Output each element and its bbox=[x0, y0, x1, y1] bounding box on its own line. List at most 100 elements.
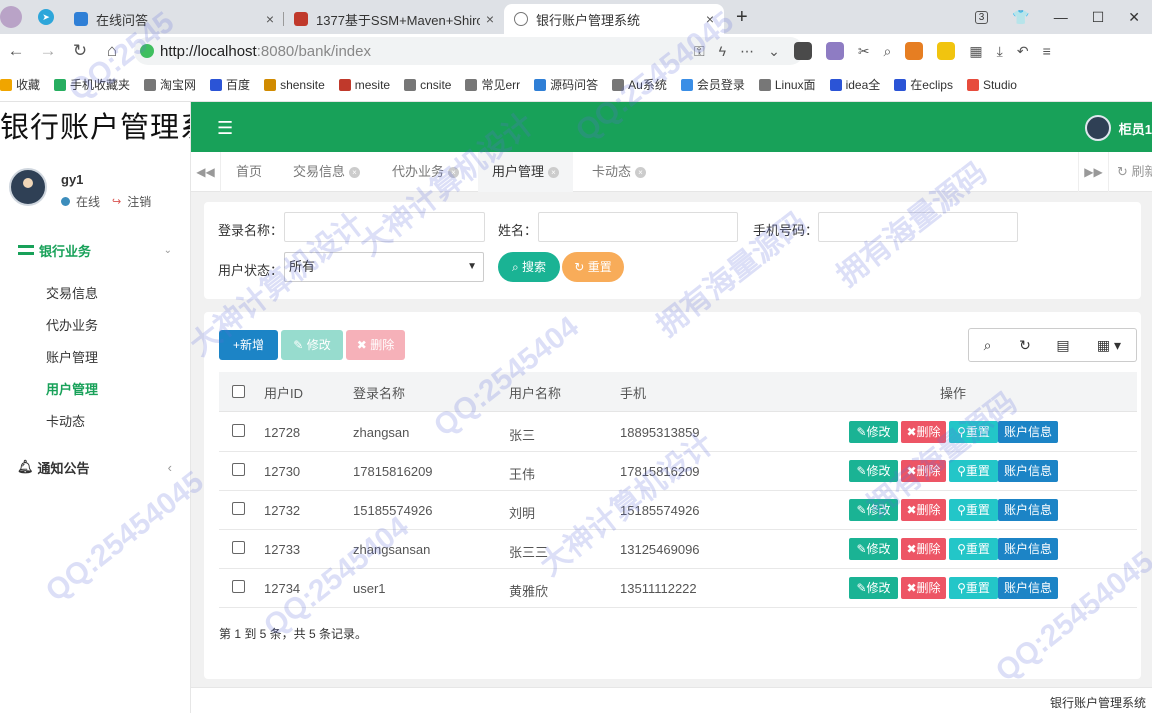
row-delete-button[interactable]: ✖删除 bbox=[901, 460, 946, 482]
download-icon[interactable]: ⤓ bbox=[997, 43, 1003, 60]
column-header[interactable]: 登录名称 bbox=[353, 383, 405, 402]
hamburger-icon[interactable]: ☰ bbox=[217, 118, 233, 139]
sidebar-item-users[interactable]: 用户管理 bbox=[0, 374, 190, 406]
bookmark-item[interactable]: idea全 bbox=[829, 76, 880, 93]
tab-transactions[interactable]: 交易信息 × bbox=[279, 152, 374, 192]
key-icon[interactable]: ⚿ bbox=[694, 43, 705, 60]
sidebar-item-agency[interactable]: 代办业务 bbox=[0, 310, 190, 342]
row-account-button[interactable]: 账户信息 bbox=[998, 538, 1058, 560]
bookmark-item[interactable]: cnsite bbox=[404, 78, 451, 92]
undo-icon[interactable]: ↶ bbox=[1017, 43, 1029, 60]
row-checkbox[interactable] bbox=[232, 463, 245, 476]
row-checkbox[interactable] bbox=[232, 580, 245, 593]
bookmark-item[interactable]: 会员登录 bbox=[680, 76, 745, 93]
home-icon[interactable]: ⌂ bbox=[96, 41, 128, 61]
tab-agency[interactable]: 代办业务 × bbox=[378, 152, 473, 192]
row-account-button[interactable]: 账户信息 bbox=[998, 421, 1058, 443]
tab-count-badge[interactable]: 3 bbox=[974, 10, 989, 24]
tab-close-icon[interactable]: × bbox=[548, 167, 560, 178]
tab-close-icon[interactable]: × bbox=[486, 11, 494, 27]
menu-group-header[interactable]: 银行业务 ⌄ bbox=[0, 239, 190, 261]
row-reset-button[interactable]: ⚲重置 bbox=[949, 577, 998, 599]
phone-input[interactable] bbox=[818, 212, 1018, 242]
scissors-icon[interactable]: ✂ bbox=[858, 43, 870, 60]
select-all-checkbox[interactable] bbox=[232, 385, 245, 398]
row-delete-button[interactable]: ✖删除 bbox=[901, 499, 946, 521]
row-delete-button[interactable]: ✖删除 bbox=[901, 577, 946, 599]
profile-avatar[interactable] bbox=[0, 6, 22, 28]
sidebar-item-card-activity[interactable]: 卡动态 bbox=[0, 406, 190, 438]
tab-close-icon[interactable]: × bbox=[266, 11, 274, 27]
minimize-button[interactable]: — bbox=[1054, 9, 1068, 25]
logout-link[interactable]: 注销 bbox=[127, 193, 151, 210]
browser-tab-3[interactable]: 银行账户管理系统 × bbox=[504, 4, 724, 34]
translate-icon[interactable] bbox=[825, 42, 844, 60]
game-icon[interactable] bbox=[905, 42, 924, 60]
row-edit-button[interactable]: ✎修改 bbox=[849, 499, 898, 521]
row-checkbox[interactable] bbox=[232, 502, 245, 515]
close-window-button[interactable]: ✕ bbox=[1128, 9, 1140, 26]
row-edit-button[interactable]: ✎修改 bbox=[849, 460, 898, 482]
chevron-down-icon[interactable]: ⌄ bbox=[768, 43, 780, 60]
column-header[interactable]: 用户名称 bbox=[509, 383, 561, 402]
column-header[interactable]: 手机 bbox=[620, 383, 646, 402]
current-user[interactable]: 柜员1 bbox=[1084, 115, 1152, 141]
search-button[interactable]: ⌕ 搜索 bbox=[498, 252, 560, 282]
edit-button[interactable]: ✎ 修改 bbox=[281, 330, 343, 360]
search-icon[interactable]: ⌕ bbox=[884, 43, 892, 60]
name-input[interactable] bbox=[538, 212, 738, 242]
bookmark-item[interactable]: 源码问答 bbox=[534, 76, 598, 93]
bookmark-item[interactable]: 百度 bbox=[210, 76, 250, 93]
sidebar-item-transactions[interactable]: 交易信息 bbox=[0, 278, 190, 310]
forward-icon[interactable]: → bbox=[32, 41, 64, 61]
menu-icon[interactable]: ≡ bbox=[1043, 43, 1051, 59]
row-edit-button[interactable]: ✎修改 bbox=[849, 421, 898, 443]
row-edit-button[interactable]: ✎修改 bbox=[849, 538, 898, 560]
row-edit-button[interactable]: ✎修改 bbox=[849, 577, 898, 599]
new-tab-button[interactable]: + bbox=[736, 6, 748, 29]
bookmark-item[interactable]: shensite bbox=[264, 78, 325, 92]
tab-card-activity[interactable]: 卡动态 × bbox=[578, 152, 660, 192]
reset-button[interactable]: ↻ 重置 bbox=[562, 252, 624, 282]
bookmark-item[interactable]: 在eclips bbox=[894, 76, 953, 93]
tab-close-icon[interactable]: × bbox=[448, 167, 460, 178]
bookmark-item[interactable]: 收藏 bbox=[0, 76, 40, 93]
table-refresh-icon[interactable]: ↻ bbox=[1006, 328, 1045, 362]
tab-close-icon[interactable]: × bbox=[635, 167, 647, 178]
tabs-scroll-right-icon[interactable]: ▶▶ bbox=[1078, 152, 1108, 192]
reload-icon[interactable]: ↻ bbox=[64, 41, 96, 61]
columns-menu-icon[interactable]: ▦ ▾ bbox=[1082, 328, 1137, 362]
bookmark-item[interactable]: Au系统 bbox=[612, 76, 667, 93]
add-button[interactable]: +新增 bbox=[219, 330, 278, 360]
browser-tab-1[interactable]: 在线问答 × bbox=[64, 4, 284, 34]
tab-home[interactable]: 首页 bbox=[222, 152, 276, 192]
tabs-scroll-left-icon[interactable]: ◀◀ bbox=[191, 152, 221, 192]
row-account-button[interactable]: 账户信息 bbox=[998, 577, 1058, 599]
login-name-input[interactable] bbox=[284, 212, 485, 242]
tabs-refresh-button[interactable]: ↻ 刷新 bbox=[1108, 152, 1152, 192]
security-shield-icon[interactable] bbox=[140, 44, 154, 58]
bookmark-item[interactable]: 常见err bbox=[465, 76, 520, 93]
bookmark-item[interactable]: mesite bbox=[338, 78, 390, 92]
apps-grid-icon[interactable]: ▦ bbox=[969, 43, 982, 60]
bookmark-item[interactable]: 手机收藏夹 bbox=[54, 76, 130, 93]
row-account-button[interactable]: 账户信息 bbox=[998, 499, 1058, 521]
row-reset-button[interactable]: ⚲重置 bbox=[949, 460, 998, 482]
maximize-button[interactable]: ☐ bbox=[1092, 9, 1105, 26]
tab-user-management[interactable]: 用户管理 × bbox=[478, 152, 574, 192]
tab-close-icon[interactable]: × bbox=[349, 167, 361, 178]
bookmark-item[interactable]: 淘宝网 bbox=[144, 76, 196, 93]
row-reset-button[interactable]: ⚲重置 bbox=[949, 421, 998, 443]
sidebar-item-accounts[interactable]: 账户管理 bbox=[0, 342, 190, 374]
browser-tab-2[interactable]: 1377基于SSM+Maven+Shiro × bbox=[284, 4, 504, 34]
status-select[interactable]: 所有 ▼ bbox=[284, 252, 484, 282]
bookmark-item[interactable]: Studio bbox=[966, 78, 1017, 92]
row-account-button[interactable]: 账户信息 bbox=[998, 460, 1058, 482]
column-header[interactable]: 用户ID bbox=[264, 383, 303, 402]
table-search-icon[interactable]: ⌕ bbox=[968, 328, 1007, 362]
more-icon[interactable]: ⋯ bbox=[740, 43, 754, 60]
row-reset-button[interactable]: ⚲重置 bbox=[949, 538, 998, 560]
back-icon[interactable]: ← bbox=[0, 41, 32, 61]
extension-icon[interactable] bbox=[793, 42, 812, 60]
shirt-icon[interactable]: 👕 bbox=[1012, 9, 1029, 26]
